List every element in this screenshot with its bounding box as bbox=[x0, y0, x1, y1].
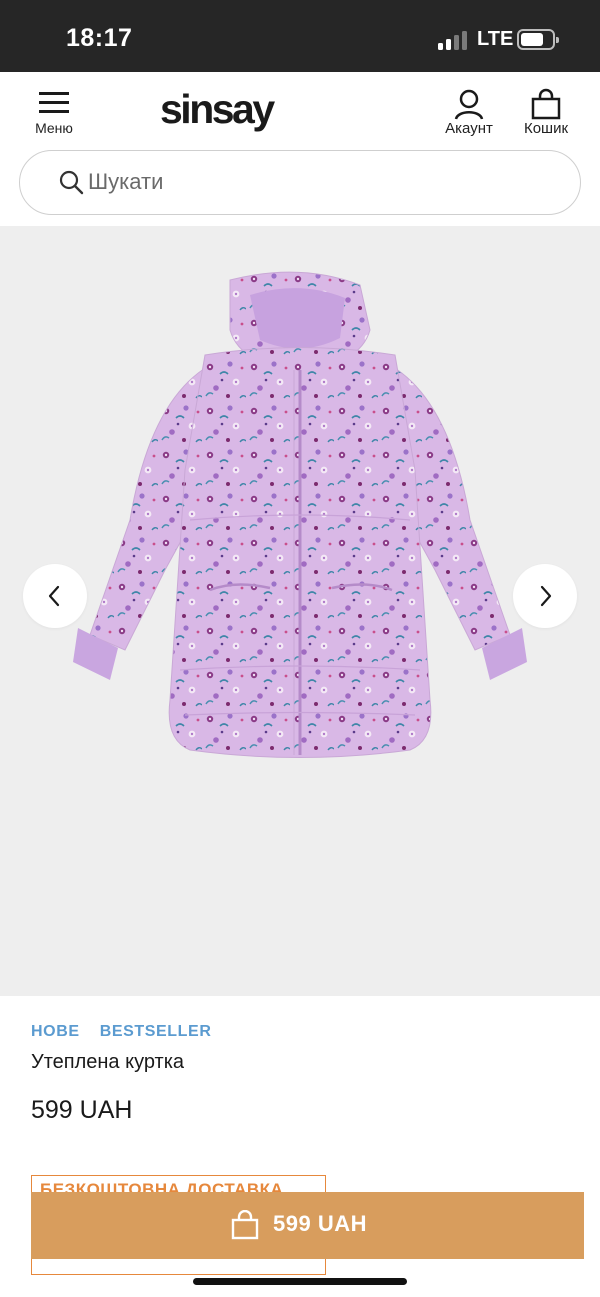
badge-bestseller: BESTSELLER bbox=[99, 1023, 212, 1040]
product-gallery[interactable] bbox=[0, 226, 600, 996]
menu-button[interactable]: Меню bbox=[22, 88, 86, 140]
sinsay-logo[interactable]: sinsay bbox=[160, 86, 290, 132]
shopping-bag-icon bbox=[231, 1210, 259, 1240]
network-type: LTE bbox=[477, 28, 514, 50]
add-to-cart-button[interactable]: 599 UAH bbox=[31, 1192, 584, 1259]
home-indicator[interactable] bbox=[193, 1278, 407, 1285]
status-bar: 18:17 LTE bbox=[0, 0, 600, 72]
status-time: 18:17 bbox=[66, 24, 133, 52]
user-icon bbox=[454, 89, 484, 120]
battery-icon bbox=[517, 29, 559, 50]
gallery-prev-button[interactable] bbox=[23, 564, 87, 628]
chevron-right-icon bbox=[540, 585, 552, 607]
product-title: Утеплена куртка bbox=[31, 1051, 185, 1073]
badge-new: НОВЕ bbox=[31, 1023, 80, 1040]
partial-text: ... · · · · bbox=[40, 1290, 92, 1297]
add-to-cart-label: 599 UAH bbox=[273, 1211, 367, 1236]
gallery-next-button[interactable] bbox=[513, 564, 577, 628]
hamburger-menu-icon bbox=[39, 92, 69, 113]
search-icon bbox=[59, 170, 84, 195]
product-image bbox=[73, 271, 527, 758]
shopping-bag-icon bbox=[531, 88, 561, 120]
product-price: 599 UAH bbox=[31, 1096, 133, 1124]
chevron-left-icon bbox=[48, 585, 60, 607]
site-header: Меню sinsay Акаунт Кошик bbox=[0, 72, 600, 222]
account-button[interactable]: Акаунт bbox=[436, 88, 502, 142]
menu-label: Меню bbox=[35, 120, 73, 136]
product-badges: НОВЕ BESTSELLER bbox=[31, 1023, 226, 1041]
cellular-signal-icon bbox=[438, 30, 468, 50]
cart-label: Кошик bbox=[523, 120, 569, 137]
account-label: Акаунт bbox=[445, 120, 493, 137]
cart-button[interactable]: Кошик bbox=[514, 88, 578, 142]
search-bar[interactable] bbox=[19, 150, 581, 215]
search-input[interactable] bbox=[88, 165, 548, 199]
